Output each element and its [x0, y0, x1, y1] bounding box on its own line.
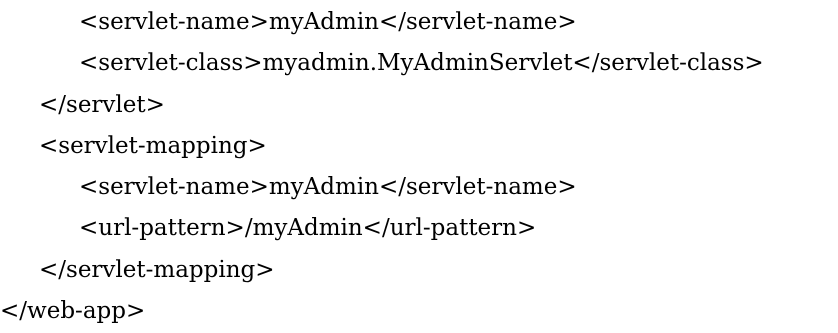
- code-line-servlet-class: <servlet-class>myadmin.MyAdminServlet</s…: [79, 50, 764, 77]
- code-line-web-app-close: </web-app>: [0, 298, 146, 325]
- code-line-servlet-name: <servlet-name>myAdmin</servlet-name>: [79, 9, 577, 35]
- code-line-url-pattern: <url-pattern>/myAdmin</url-pattern>: [79, 215, 537, 242]
- code-line-servlet-mapping-open: <servlet-mapping>: [39, 132, 267, 159]
- code-line-servlet-mapping-close: </servlet-mapping>: [39, 256, 275, 283]
- code-line-mapping-servlet-name: <servlet-name>myAdmin</servlet-name>: [79, 174, 577, 201]
- xml-code-block: <servlet-name>myAdmin</servlet-name> <se…: [0, 0, 838, 333]
- code-line-servlet-close: </servlet>: [39, 91, 165, 118]
